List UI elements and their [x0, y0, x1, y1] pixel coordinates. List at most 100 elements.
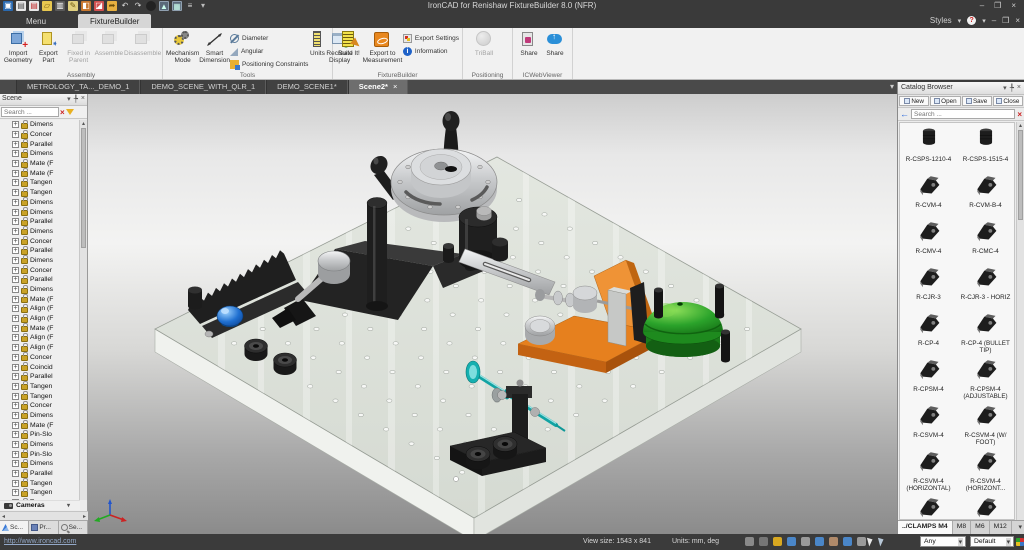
information-button[interactable]: iInformation [403, 46, 459, 57]
expand-icon[interactable]: + [12, 325, 19, 332]
catalog-item[interactable]: R-CVM-B-4 [957, 171, 1014, 217]
catalog-item[interactable]: R-CP-4 [900, 309, 957, 355]
expand-icon[interactable]: + [12, 422, 19, 429]
menu-tab[interactable]: Menu [14, 14, 58, 28]
document-tab[interactable]: Scene2*× [348, 80, 409, 94]
expand-icon[interactable]: + [12, 383, 19, 390]
expand-icon[interactable]: + [12, 364, 19, 371]
styles-caret-icon[interactable]: ▾ [958, 17, 962, 25]
assemble-button[interactable]: Assemble [94, 30, 124, 57]
tree-row[interactable]: + Tangen [0, 178, 80, 188]
tree-row[interactable]: + Parallel [0, 217, 80, 227]
catalog-item[interactable]: R-CSPS-1210-4 [900, 125, 957, 171]
tab-overflow-icon[interactable]: ▾ [890, 82, 894, 91]
expand-icon[interactable]: + [12, 480, 19, 487]
tree-row[interactable]: + Tangen [0, 382, 80, 392]
expand-icon[interactable]: + [12, 160, 19, 167]
catalog-toolbar-button[interactable]: New [899, 96, 929, 106]
catalog-item[interactable]: R-CMV-4 [900, 217, 957, 263]
expand-icon[interactable]: + [12, 373, 19, 380]
tree-row[interactable]: + Mate (F [0, 323, 80, 333]
camera2-icon[interactable] [759, 537, 768, 546]
expand-icon[interactable]: + [12, 228, 19, 235]
expand-icon[interactable]: + [12, 199, 19, 206]
expand-icon[interactable]: + [12, 238, 19, 245]
config-dropdown[interactable]: ▾Default [970, 536, 1014, 547]
tree-row[interactable]: + Align (F [0, 314, 80, 324]
tree-row[interactable]: + Mate (F [0, 168, 80, 178]
tree-row[interactable]: + Coincid [0, 362, 80, 372]
tree-row[interactable]: + Dimens [0, 149, 80, 159]
catalog-item[interactable] [900, 493, 957, 520]
tree-row[interactable]: + Dimens [0, 198, 80, 208]
expand-icon[interactable]: + [12, 489, 19, 496]
import-geometry-button[interactable]: + Import Geometry [3, 30, 33, 64]
catalog-item[interactable]: R-CSVM-4 (W/ FOOT) [957, 401, 1014, 447]
expand-icon[interactable]: + [12, 305, 19, 312]
catalog-item[interactable]: R-CMC-4 [957, 217, 1014, 263]
catalog-tab-clamps-m4[interactable]: ../CLAMPS M4 [898, 521, 953, 534]
doc-restore-button[interactable]: ❒ [1002, 16, 1009, 25]
render-style-icon[interactable] [773, 537, 782, 546]
catalog-toolbar-button[interactable]: Save [962, 96, 992, 106]
catalog-item[interactable]: R-CSPS-1515-4 [957, 125, 1014, 171]
tree-row[interactable]: + Tangen [0, 488, 80, 498]
doc-minimize-button[interactable]: – [992, 16, 996, 25]
catalog-pin-icon[interactable]: ╄ [1010, 84, 1014, 92]
expand-icon[interactable]: + [12, 170, 19, 177]
tree-row[interactable]: + Concer [0, 265, 80, 275]
catalog-toolbar-button[interactable]: Open [930, 96, 960, 106]
tree-row[interactable]: + Parallel [0, 246, 80, 256]
tab-properties[interactable]: Pr... [29, 521, 58, 534]
catalog-clear-search-icon[interactable]: × [1017, 110, 1022, 119]
expand-icon[interactable]: + [12, 150, 19, 157]
triball-button[interactable]: TriBall [466, 30, 502, 57]
wireframe-icon[interactable] [801, 537, 810, 546]
tree-row[interactable]: + Parallel [0, 372, 80, 382]
tree-row[interactable]: + Dimens [0, 285, 80, 295]
tree-vertical-scrollbar[interactable]: ▴ [79, 120, 87, 500]
units-button[interactable]: Units [308, 30, 326, 57]
expand-icon[interactable]: + [12, 286, 19, 293]
expand-icon[interactable]: + [12, 141, 19, 148]
tab-fixturebuilder[interactable]: FixtureBuilder [78, 14, 151, 28]
tree-row[interactable]: + Concer [0, 236, 80, 246]
expand-icon[interactable]: + [12, 344, 19, 351]
tree-row[interactable]: + Tangen [0, 391, 80, 401]
tree-row[interactable]: + Dimens [0, 207, 80, 217]
tree-row[interactable]: + Pin-Slo [0, 430, 80, 440]
catalog-item[interactable]: R-CVM-4 [900, 171, 957, 217]
expand-icon[interactable]: + [12, 460, 19, 467]
positioning-constraints-button[interactable]: Positioning Constraints [230, 59, 308, 70]
restore-button[interactable]: ❒ [994, 1, 1001, 10]
document-tab[interactable]: DEMO_SCENE1*× [266, 80, 348, 94]
diameter-button[interactable]: Diameter [230, 33, 308, 44]
expand-icon[interactable]: + [12, 267, 19, 274]
scroll-down-icon[interactable]: ▾ [67, 502, 70, 509]
catalog-close-icon[interactable]: × [1017, 84, 1021, 92]
expand-icon[interactable]: + [12, 218, 19, 225]
catalog-item[interactable]: R-CSVM-4 [900, 401, 957, 447]
expand-icon[interactable]: + [12, 402, 19, 409]
tree-row[interactable]: + Parallel [0, 139, 80, 149]
tree-row[interactable]: + Align (F [0, 304, 80, 314]
tab-search[interactable]: Se... [59, 521, 88, 534]
tree-row[interactable]: + Dimens [0, 411, 80, 421]
tree-row[interactable]: + Concer [0, 401, 80, 411]
expand-icon[interactable]: + [12, 393, 19, 400]
expand-icon[interactable]: + [12, 431, 19, 438]
expand-icon[interactable]: + [12, 276, 19, 283]
panel-menu-icon[interactable]: ▾ [67, 95, 71, 103]
minimize-button[interactable]: – [980, 1, 984, 10]
selection-filter-dropdown[interactable]: ▾Any [920, 536, 966, 547]
catalog-item[interactable]: R-CPSM-4 (ADJUSTABLE) [957, 355, 1014, 401]
tree-row-cameras[interactable]: Cameras ▾ [0, 500, 80, 510]
expand-icon[interactable]: + [12, 315, 19, 322]
catalog-tab-m12[interactable]: M12 [990, 521, 1012, 534]
help-caret-icon[interactable]: ▾ [982, 17, 986, 25]
expand-icon[interactable]: + [12, 121, 19, 128]
catalog-item[interactable]: R-CP-4 (BULLET TIP) [957, 309, 1014, 355]
scene-search-input[interactable] [1, 107, 59, 117]
pin-icon[interactable]: ╄ [74, 95, 78, 103]
document-tab[interactable]: DEMO_SCENE_WITH_QLR_1× [140, 80, 266, 94]
